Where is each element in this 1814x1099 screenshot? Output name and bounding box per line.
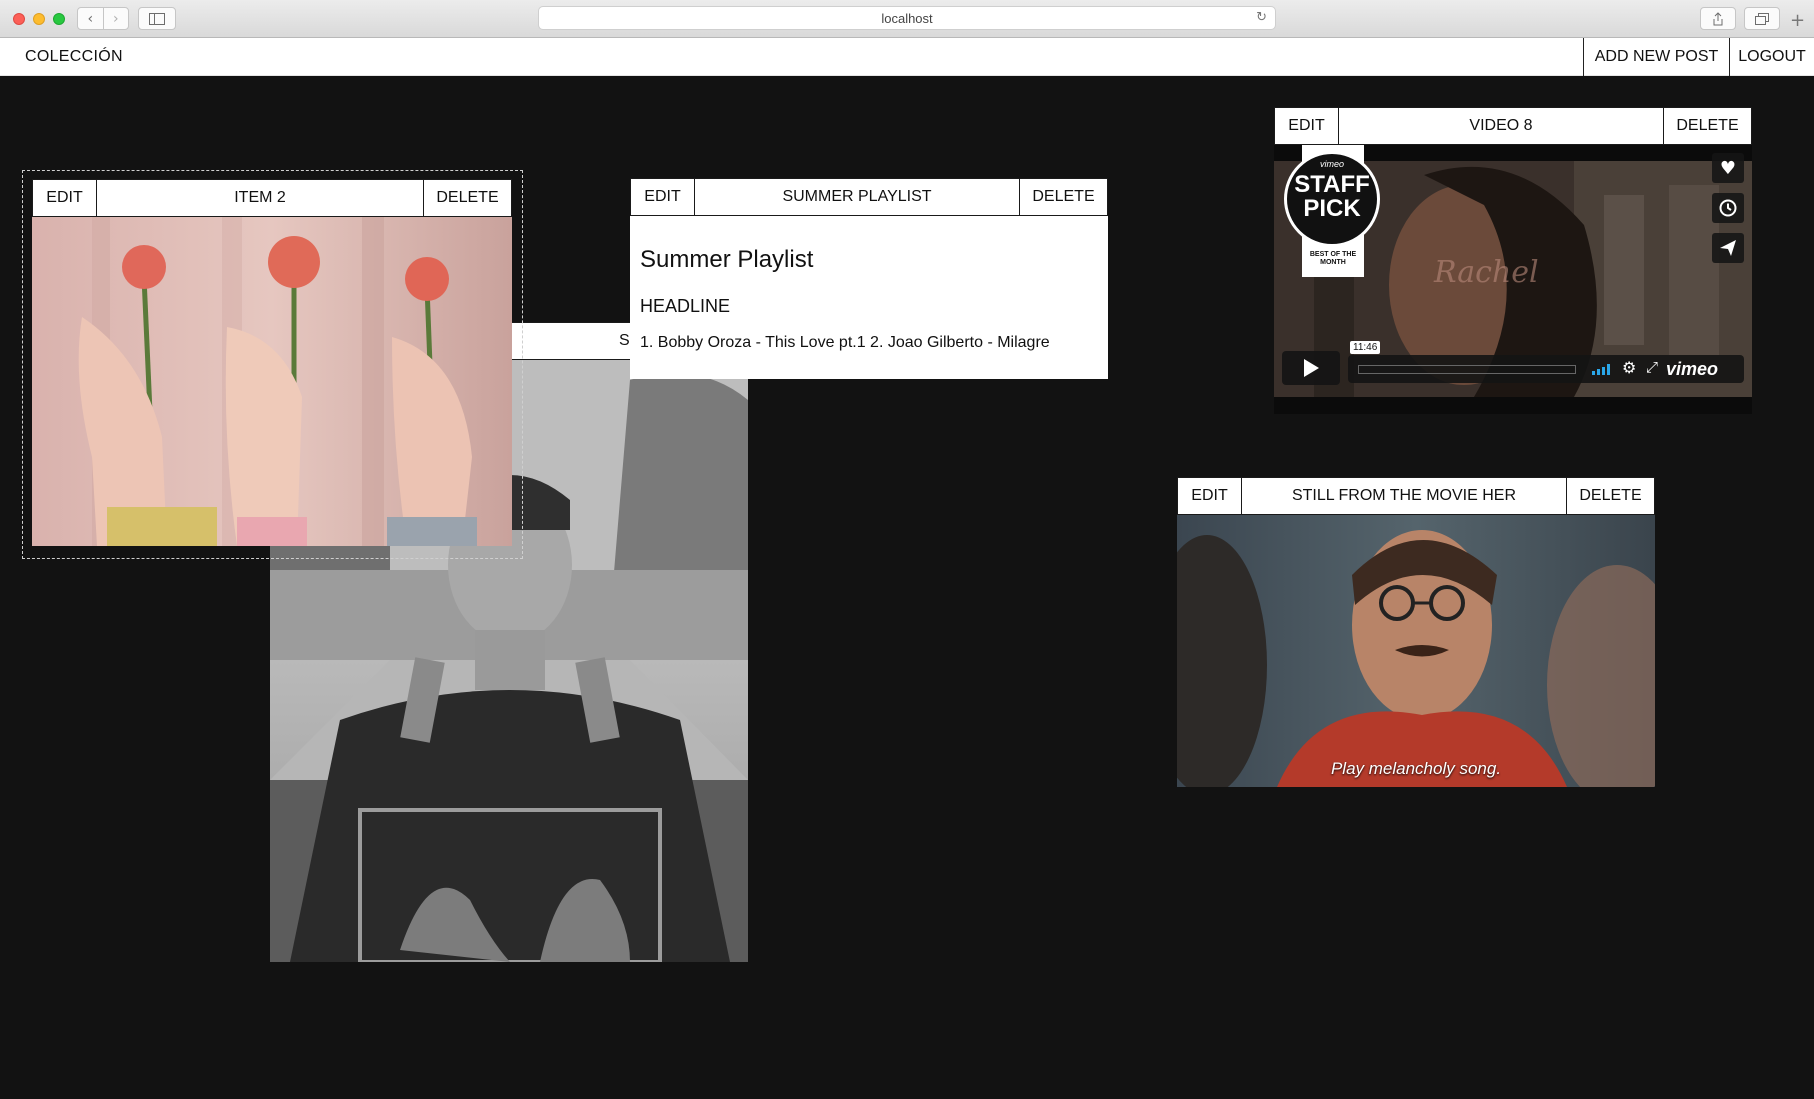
watch-later-button[interactable] [1712,193,1744,223]
delete-button[interactable]: DELETE [1019,179,1107,215]
post-card-item-2[interactable]: EDIT ITEM 2 DELETE [32,179,512,546]
card-title: SUMMER PLAYLIST [782,188,932,205]
browser-toolbar: ‹ › localhost ↻ + [0,0,1814,38]
reload-icon[interactable]: ↻ [1256,10,1267,25]
card-toolbar: EDIT VIDEO 8 DELETE [1274,107,1752,145]
delete-button[interactable]: DELETE [1566,478,1654,514]
fullscreen-icon[interactable]: ⤢ [1646,358,1658,376]
delete-button[interactable]: DELETE [423,180,511,216]
photo-hands-roses [32,217,512,546]
sidebar-icon [149,12,165,25]
post-image [32,217,512,546]
clock-icon [1719,199,1737,217]
play-icon [1304,359,1319,377]
zoom-window-button[interactable] [53,13,65,25]
edit-button[interactable]: EDIT [1178,478,1242,514]
forward-icon[interactable]: › [102,8,129,29]
staff-pick-badge: vimeo STAFF PICK [1284,151,1380,247]
paper-plane-icon [1720,240,1736,256]
card-title: VIDEO 8 [1469,117,1533,134]
tabs-overview-button[interactable] [1744,7,1780,30]
post-image: Play melancholy song. [1177,515,1655,787]
video-watermark: Rachel [1434,255,1539,290]
share-button[interactable] [1700,7,1736,30]
vimeo-logo[interactable]: vimeo [1666,359,1718,380]
edit-button[interactable]: EDIT [631,179,695,215]
badge-line-2: PICK [1303,195,1361,222]
card-toolbar: EDIT ITEM 2 DELETE [32,179,512,217]
url-text: localhost [881,10,933,26]
play-button[interactable] [1282,351,1340,385]
share-video-button[interactable] [1712,233,1744,263]
close-window-button[interactable] [13,13,25,25]
new-tab-icon[interactable]: + [1790,10,1805,31]
playlist-headline: HEADLINE [640,296,731,316]
edit-button[interactable]: EDIT [33,180,97,216]
minimize-window-button[interactable] [33,13,45,25]
movie-subtitle: Play melancholy song. [1330,759,1502,778]
timecode-label: 11:46 [1350,341,1381,354]
logout-button[interactable]: LOGOUT [1729,38,1814,76]
card-toolbar: EDIT SUMMER PLAYLIST DELETE [630,178,1108,216]
playlist-heading: Summer Playlist [640,246,814,273]
add-new-post-button[interactable]: ADD NEW POST [1583,38,1729,76]
post-card-video-8[interactable]: EDIT VIDEO 8 DELETE vimeo STAFF PICK BES… [1274,107,1752,414]
badge-line-1: STAFF [1294,171,1370,198]
progress-bar[interactable] [1358,365,1576,374]
badge-vimeo-text: vimeo [1319,159,1344,169]
post-card-still-from-her[interactable]: EDIT STILL FROM THE MOVIE HER DELETE Pla… [1177,477,1655,787]
tabs-icon [1755,12,1769,25]
history-nav: ‹ › [77,7,129,30]
vimeo-player[interactable]: vimeo STAFF PICK BEST OF THE MONTH Rache… [1274,145,1752,414]
delete-button[interactable]: DELETE [1663,108,1751,144]
card-toolbar: EDIT STILL FROM THE MOVIE HER DELETE [1177,477,1655,515]
badge-ribbon-text: BEST OF THE MONTH [1309,251,1357,266]
card-title: STILL FROM THE MOVIE HER [1291,487,1517,504]
back-icon[interactable]: ‹ [78,8,103,29]
settings-icon[interactable]: ⚙ [1622,358,1636,377]
heart-icon: ♥ [1719,157,1737,179]
top-nav: COLECCIÓN ADD NEW POST LOGOUT [0,38,1814,76]
address-bar[interactable]: localhost ↻ [538,6,1276,30]
card-title: ITEM 2 [234,189,286,206]
control-bar: ⚙ ⤢ vimeo [1348,355,1744,383]
playlist-body: Summer Playlist HEADLINE 1. Bobby Oroza … [630,216,1108,379]
volume-icon[interactable] [1592,361,1614,380]
edit-button[interactable]: EDIT [1275,108,1339,144]
brand-link[interactable]: COLECCIÓN [25,38,123,76]
share-icon [1713,11,1723,25]
post-card-summer-playlist[interactable]: EDIT SUMMER PLAYLIST DELETE Summer Playl… [630,178,1108,379]
like-button[interactable]: ♥ [1712,153,1744,183]
photo-movie-still [1177,515,1655,787]
sidebar-toggle-button[interactable] [138,7,176,30]
playlist-tracks: 1. Bobby Oroza - This Love pt.1 2. Joao … [640,334,1050,351]
